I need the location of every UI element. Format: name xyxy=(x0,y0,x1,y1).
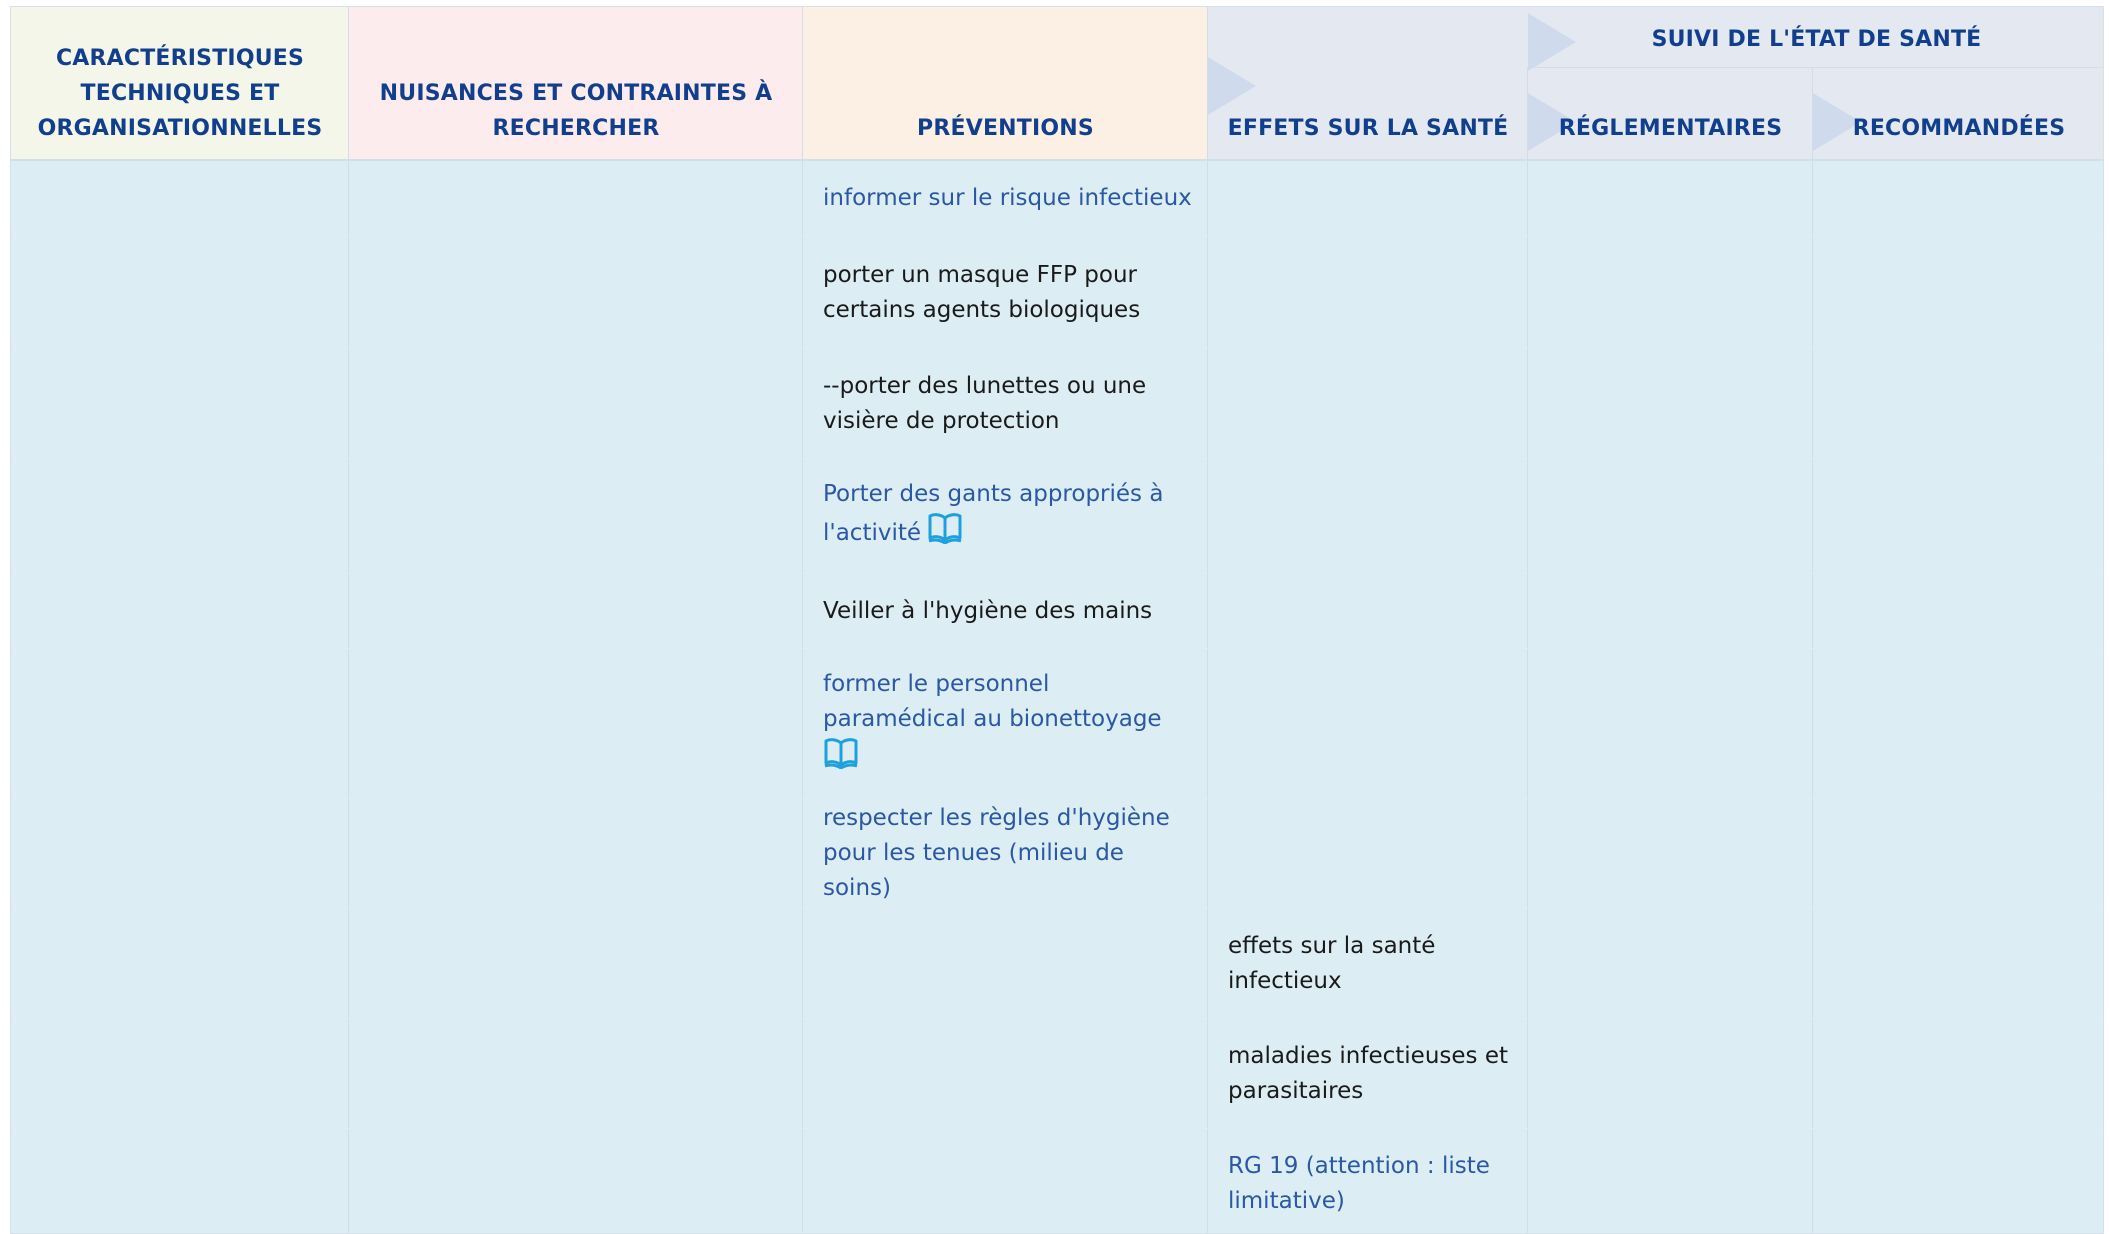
header-label: EFFETS SUR LA SANTÉ xyxy=(1227,116,1509,141)
prevention-text: Veiller à l'hygiène des mains xyxy=(823,597,1153,624)
header-suivi-etat-sante: SUIVI DE L'ÉTAT DE SANTÉ xyxy=(1528,7,2103,67)
prevention-text: --porter des lunettes ou une visière de … xyxy=(823,372,1147,434)
header-label: SUIVI DE L'ÉTAT DE SANTÉ xyxy=(1651,26,1982,52)
header-nuisances: NUISANCES ET CONTRAINTES À RECHERCHER xyxy=(349,7,803,159)
effet-text: effets sur la santé infectieux xyxy=(1228,932,1436,994)
header-line: RECHERCHER xyxy=(492,116,660,141)
book-icon[interactable] xyxy=(823,737,859,780)
header-line: TECHNIQUES ET xyxy=(80,81,280,106)
header-preventions: PRÉVENTIONS xyxy=(803,7,1208,159)
effet-item: maladies infectieuses et parasitaires xyxy=(1208,1019,1528,1128)
header-line: ORGANISATIONNELLES xyxy=(37,116,323,141)
header-recommandees: RECOMMANDÉES xyxy=(1813,67,2103,159)
effet-link[interactable]: RG 19 (attention : liste limitative) xyxy=(1228,1153,1490,1214)
prevention-item[interactable]: respecter les règles d'hygiène pour les … xyxy=(803,799,1208,908)
header-reglementaires: RÉGLEMENTAIRES xyxy=(1528,67,1813,159)
prevention-text: porter un masque FFP pour certains agent… xyxy=(823,261,1141,323)
prevention-link[interactable]: Porter des gants appropriés à l'activité xyxy=(823,481,1163,546)
header-label: RÉGLEMENTAIRES xyxy=(1558,116,1783,141)
prevention-link[interactable]: respecter les règles d'hygiène pour les … xyxy=(823,805,1170,901)
header-label: PRÉVENTIONS xyxy=(917,116,1094,141)
prevention-link[interactable]: former le personnel paramédical au bione… xyxy=(823,671,1162,732)
prevention-item: --porter des lunettes ou une visière de … xyxy=(803,349,1208,458)
header-label: RECOMMANDÉES xyxy=(1852,116,2066,141)
header-line: NUISANCES ET CONTRAINTES À xyxy=(379,81,773,106)
header-caracteristiques: CARACTÉRISTIQUES TECHNIQUES ET ORGANISAT… xyxy=(11,7,349,159)
prevention-link[interactable]: informer sur le risque infectieux xyxy=(823,185,1192,211)
prevention-item[interactable]: Porter des gants appropriés à l'activité xyxy=(803,459,1208,573)
prevention-item[interactable]: informer sur le risque infectieux xyxy=(803,161,1208,236)
header-effets-sante: EFFETS SUR LA SANTÉ xyxy=(1208,7,1528,159)
effet-item[interactable]: RG 19 (attention : liste limitative) xyxy=(1208,1129,1528,1233)
effet-text: maladies infectieuses et parasitaires xyxy=(1228,1042,1509,1104)
header-line: CARACTÉRISTIQUES xyxy=(55,46,305,71)
risk-table: CARACTÉRISTIQUES TECHNIQUES ET ORGANISAT… xyxy=(10,6,2104,1234)
prevention-item: porter un masque FFP pour certains agent… xyxy=(803,237,1208,348)
prevention-item[interactable]: former le personnel paramédical au bione… xyxy=(803,649,1208,798)
book-icon[interactable] xyxy=(927,512,963,555)
effet-item: effets sur la santé infectieux xyxy=(1208,909,1528,1018)
prevention-item: Veiller à l'hygiène des mains xyxy=(803,574,1208,648)
